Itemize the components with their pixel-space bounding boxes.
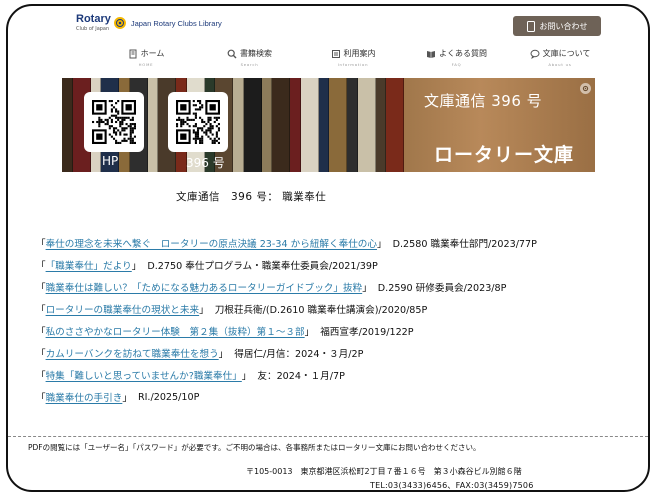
qr-code-hp[interactable] bbox=[84, 92, 144, 152]
contact-phone: TEL:03(3433)6456、FAX:03(3459)7506 bbox=[370, 481, 534, 490]
book-spine bbox=[233, 78, 244, 172]
nav-about-sub: About us bbox=[548, 62, 572, 67]
nav-information-sub: Information bbox=[337, 62, 369, 67]
logo-sub: Club of Japan bbox=[76, 26, 110, 32]
contact-button[interactable]: お問い合わせ bbox=[513, 16, 601, 36]
page-frame: Rotary Club of Japan Japan Rotary Clubs … bbox=[6, 4, 650, 492]
nav-about-label: 文庫について bbox=[542, 49, 591, 58]
list-item: 「カムリーバンクを訪ねて職業奉仕を想う」得居仁/月信：2024・３月/2P bbox=[36, 342, 646, 364]
contact-label: お問い合わせ bbox=[539, 21, 588, 31]
article-link[interactable]: 「職業奉仕」だより bbox=[46, 258, 132, 272]
article-link[interactable]: 奉仕の理念を未来へ繋ぐ ロータリーの原点決議 23-34 から紐解く奉仕の心 bbox=[46, 236, 377, 250]
logo-library-name: Japan Rotary Clubs Library bbox=[130, 18, 222, 28]
book-spine bbox=[62, 78, 73, 172]
nav-faq-label: よくある質問 bbox=[439, 49, 487, 58]
article-link[interactable]: 私のささやかなロータリー体験 第２集（抜粋）第１～３部 bbox=[46, 324, 305, 338]
nav-home-label: ホーム bbox=[140, 49, 165, 58]
article-ref: D.2580 職業奉仕部門/2023/77P bbox=[392, 239, 537, 250]
postal-address: 〒105-0013 東京都港区浜松町2丁目７番１６号 第３小森谷ビル別館６階 bbox=[246, 467, 522, 476]
article-ref: 得居仁/月信：2024・３月/2P bbox=[234, 349, 364, 360]
banner-brand: ロータリー文庫 bbox=[434, 144, 575, 166]
banner-issue-title: 文庫通信 396 号 bbox=[424, 92, 543, 110]
article-ref: 刀根荘兵衛/(D.2610 職業奉仕講演会)/2020/85P bbox=[214, 305, 428, 316]
article-link[interactable]: 職業奉仕は難しい？「ためになる魅力あるロータリーガイドブック」抜粋 bbox=[46, 280, 363, 294]
qr-code-icon bbox=[92, 100, 136, 144]
article-link[interactable]: 特集「難しいと思っていませんか?職業奉仕」 bbox=[46, 368, 242, 382]
rotary-wheel-icon bbox=[113, 17, 126, 29]
nav-home[interactable]: ホーム HOME bbox=[98, 48, 194, 74]
book-spine bbox=[300, 78, 319, 172]
speech-bubble-icon bbox=[530, 49, 540, 59]
nav-search-sub: Search bbox=[240, 62, 259, 67]
list-item: 「職業奉仕は難しい？「ためになる魅力あるロータリーガイドブック」抜粋」 D.259… bbox=[36, 276, 646, 298]
main-nav: ホーム HOME 書籍検索 Search 利用案内 Information よく… bbox=[98, 48, 608, 74]
book-spine bbox=[357, 78, 376, 172]
site-header: Rotary Club of Japan Japan Rotary Clubs … bbox=[8, 6, 648, 46]
footer-divider bbox=[8, 436, 648, 437]
gear-icon bbox=[582, 85, 589, 92]
article-ref: 福西宣孝/2019/122P bbox=[320, 327, 414, 338]
book-spine bbox=[272, 78, 290, 172]
settings-badge-icon[interactable] bbox=[580, 83, 591, 94]
nav-search[interactable]: 書籍検索 Search bbox=[202, 48, 298, 74]
pdf-notice: PDFの閲覧には「ユーザー名」「パスワード」が必要です。ご不明の場合は、各事務所… bbox=[28, 443, 481, 452]
nav-information[interactable]: 利用案内 Information bbox=[305, 48, 401, 74]
book-spine bbox=[147, 78, 159, 172]
article-ref: D.2750 奉仕プログラム・職業奉仕委員会/2021/39P bbox=[147, 261, 378, 272]
nav-faq-sub: FAQ bbox=[451, 62, 462, 67]
list-item: 「ロータリーの職業奉仕の現状と未来」刀根荘兵衛/(D.2610 職業奉仕講演会)… bbox=[36, 298, 646, 320]
book-spine bbox=[290, 78, 301, 172]
nav-faq[interactable]: よくある質問 FAQ bbox=[409, 48, 505, 74]
building-icon bbox=[129, 49, 137, 58]
book-spine bbox=[318, 78, 330, 172]
search-icon bbox=[227, 49, 237, 58]
qr-code-icon bbox=[176, 100, 220, 144]
list-item: 「奉仕の理念を未来へ繋ぐ ロータリーの原点決議 23-34 から紐解く奉仕の心」… bbox=[36, 232, 646, 254]
article-link[interactable]: ロータリーの職業奉仕の現状と未来 bbox=[46, 302, 200, 316]
logo-name: Rotary bbox=[76, 13, 111, 25]
phone-icon bbox=[526, 20, 535, 32]
page-title: 文庫通信 396 号： 職業奉仕 bbox=[176, 191, 327, 203]
book-spine bbox=[347, 78, 358, 172]
document-icon bbox=[331, 49, 340, 58]
nav-information-label: 利用案内 bbox=[343, 49, 376, 58]
nav-about[interactable]: 文庫について About us bbox=[512, 48, 608, 74]
list-item: 「私のささやかなロータリー体験 第２集（抜粋）第１～３部」福西宣孝/2019/1… bbox=[36, 320, 646, 342]
site-logo[interactable]: Rotary Club of Japan Japan Rotary Clubs … bbox=[76, 13, 222, 33]
list-item: 「特集「難しいと思っていませんか?職業奉仕」」友：2024・１月/7P bbox=[36, 364, 646, 386]
article-link[interactable]: カムリーバンクを訪ねて職業奉仕を想う bbox=[46, 346, 219, 360]
nav-search-label: 書籍検索 bbox=[240, 49, 272, 58]
book-icon bbox=[427, 50, 435, 58]
article-ref: 友：2024・１月/7P bbox=[257, 371, 345, 382]
book-spine bbox=[261, 78, 273, 172]
article-list: 「奉仕の理念を未来へ繋ぐ ロータリーの原点決議 23-34 から紐解く奉仕の心」… bbox=[36, 232, 646, 408]
qr-hp-label: HP bbox=[102, 154, 119, 168]
qr-issue-label: 396 号 bbox=[186, 156, 225, 170]
article-ref: D.2590 研修委員会/2023/8P bbox=[377, 283, 507, 294]
list-item: 「「職業奉仕」だより」 D.2750 奉仕プログラム・職業奉仕委員会/2021/3… bbox=[36, 254, 646, 276]
book-spine bbox=[329, 78, 347, 172]
book-spine bbox=[375, 78, 387, 172]
qr-code-issue[interactable] bbox=[168, 92, 228, 152]
book-spine bbox=[243, 78, 262, 172]
article-ref: RI./2025/10P bbox=[137, 391, 200, 403]
hero-banner: 文庫通信 396 号 ロータリー文庫 HP 396 号 bbox=[62, 78, 595, 172]
nav-home-sub: HOME bbox=[138, 62, 154, 67]
book-spine bbox=[386, 78, 404, 172]
list-item: 「職業奉仕の手引き」 RI./2025/10P bbox=[36, 390, 200, 405]
article-link[interactable]: 職業奉仕の手引き bbox=[46, 390, 123, 404]
